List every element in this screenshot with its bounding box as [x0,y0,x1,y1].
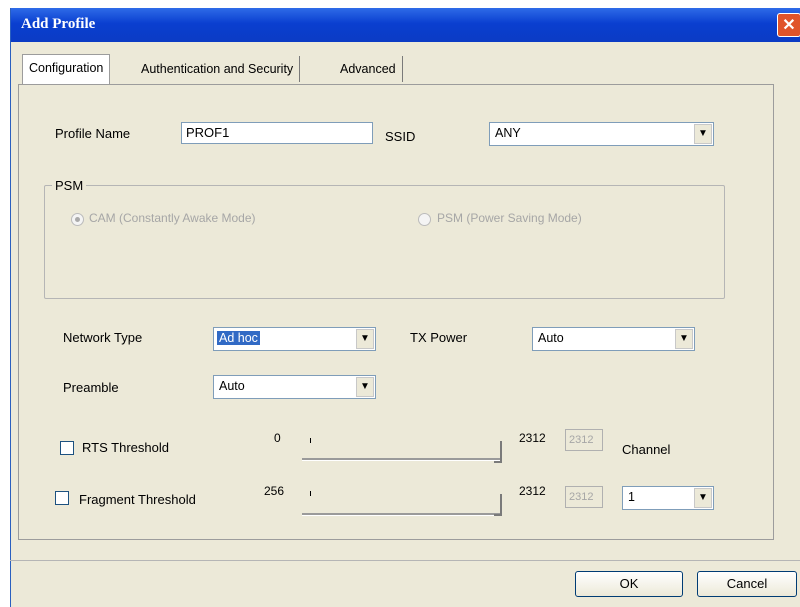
chevron-down-icon[interactable]: ▼ [694,488,712,508]
psm-radio-label: PSM (Power Saving Mode) [437,211,582,225]
ssid-label: SSID [385,129,416,144]
footer-divider [10,560,800,561]
dialog-title: Add Profile [21,16,96,32]
fragment-max-label: 2312 [519,484,546,498]
fragment-threshold-checkbox[interactable] [55,491,69,505]
preamble-label: Preamble [63,380,119,395]
tab-advanced[interactable]: Advanced [334,56,403,82]
chevron-down-icon[interactable]: ▼ [694,124,712,144]
chevron-down-icon[interactable]: ▼ [675,329,693,349]
rts-max-label: 2312 [519,431,546,445]
tx-power-value: Auto [538,331,564,345]
psm-group-label: PSM [52,178,87,193]
rts-min-label: 0 [274,431,281,445]
rts-threshold-checkbox[interactable] [60,441,74,455]
chevron-down-icon[interactable]: ▼ [356,377,374,397]
tx-power-label: TX Power [410,330,468,345]
tx-power-select[interactable]: Auto ▼ [532,327,695,351]
configuration-panel [18,84,774,540]
title-bar[interactable]: Add Profile ✕ [11,8,800,42]
preamble-select[interactable]: Auto ▼ [213,375,376,399]
chevron-down-icon[interactable]: ▼ [356,329,374,349]
rts-value-field: 2312 [565,429,603,451]
ssid-value: ANY [495,126,521,140]
fragment-slider-track[interactable] [302,513,502,516]
network-type-select[interactable]: Ad hoc ▼ [213,327,376,351]
rts-slider-thumb[interactable] [494,441,502,463]
psm-radio[interactable] [418,213,431,226]
ok-button[interactable]: OK [575,571,683,597]
close-icon[interactable]: ✕ [777,13,800,37]
channel-select[interactable]: 1 ▼ [622,486,714,510]
profile-name-input[interactable]: PROF1 [181,122,373,144]
psm-groupbox [44,185,725,299]
rts-threshold-label: RTS Threshold [82,440,169,455]
preamble-value: Auto [219,379,245,393]
fragment-slider-thumb[interactable] [494,494,502,516]
network-type-label: Network Type [63,330,143,345]
fragment-value-field: 2312 [565,486,603,508]
cam-radio-label: CAM (Constantly Awake Mode) [89,211,256,225]
fragment-threshold-label: Fragment Threshold [79,492,196,507]
tab-configuration[interactable]: Configuration [22,54,111,84]
rts-slider-track[interactable] [302,458,502,461]
channel-label: Channel [622,442,671,457]
fragment-slider-tick [310,491,311,496]
cancel-button[interactable]: Cancel [697,571,797,597]
ssid-select[interactable]: ANY ▼ [489,122,714,146]
network-type-value: Ad hoc [217,331,260,345]
fragment-min-label: 256 [264,484,285,498]
profile-name-label: Profile Name [55,126,131,141]
rts-slider-tick [310,438,311,443]
cam-radio[interactable] [71,213,84,226]
channel-value: 1 [628,490,635,504]
tab-authentication-security[interactable]: Authentication and Security [135,56,301,82]
